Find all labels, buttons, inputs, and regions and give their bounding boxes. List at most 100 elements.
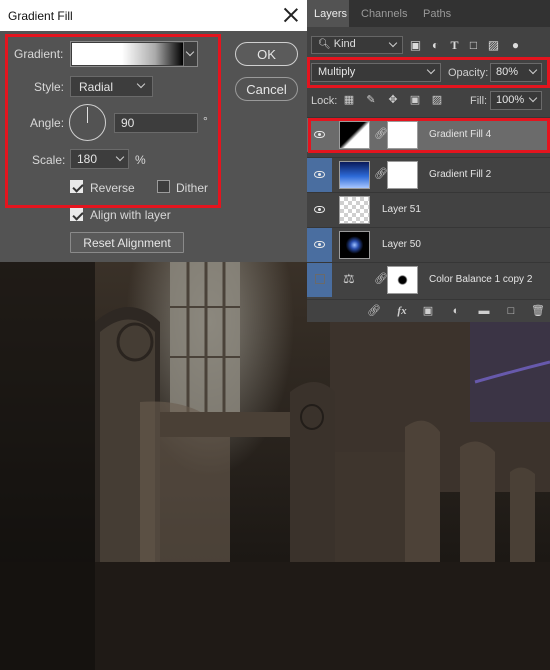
fill-label: Fill: [470,95,488,107]
tab-channels[interactable]: Channels [353,0,413,27]
visibility-toggle[interactable] [307,263,332,297]
panel-tabs: Layers Channels Paths [307,0,550,27]
layer-row[interactable]: 🔗︎ Gradient Fill 2 [307,157,550,192]
layer-thumbnail [339,121,370,149]
gradient-dropdown-button[interactable] [183,42,197,66]
chevron-down-icon [388,38,398,48]
layer-thumbnail [339,161,370,189]
cancel-button[interactable]: Cancel [235,77,298,101]
add-mask-icon[interactable]: ▣ [421,304,435,318]
lock-pixels-icon[interactable]: ✎ [365,94,377,106]
scale-unit: % [135,153,146,167]
style-label: Style: [34,80,65,94]
layer-thumbnail [339,231,370,259]
fill-input[interactable]: 100% [490,91,542,110]
scale-label: Scale: [32,153,66,167]
lock-label: Lock: [311,95,338,107]
dialog-title: Gradient Fill [8,9,73,23]
reverse-label: Reverse [90,181,135,195]
search-icon: 🔍︎ [318,39,331,50]
chevron-down-icon [136,79,146,89]
opacity-value: 80% [496,66,519,78]
lock-artboard-icon[interactable]: ▣ [409,94,421,106]
new-layer-icon[interactable]: □ [504,304,518,318]
angle-input[interactable]: 90 [114,113,198,133]
reset-alignment-button[interactable]: Reset Alignment [70,232,184,253]
dialog-titlebar[interactable]: Gradient Fill [0,0,308,31]
hidden-visibility-icon [315,274,325,284]
shape-filter-icon[interactable]: □ [467,39,480,51]
lock-all-icon[interactable]: ▨ [431,94,443,106]
chevron-down-icon[interactable] [115,152,125,162]
color-balance-icon: ⚖ [343,271,355,286]
scale-value: 180 [77,152,98,166]
layer-mask-thumbnail[interactable] [387,161,418,189]
type-filter-icon[interactable]: T [448,39,461,51]
angle-unit: ° [203,114,208,128]
gradient-swatch[interactable] [72,43,183,65]
lock-transparent-icon[interactable]: ▦ [343,94,355,106]
layer-mask-thumbnail[interactable] [387,266,418,294]
layer-name: Gradient Fill 4 [429,129,492,140]
angle-dial[interactable] [69,104,106,141]
layers-panel: Layers Channels Paths 🔍︎ Kind ▣ ◐ T □ ▨ … [307,0,550,322]
style-value: Radial [79,80,114,94]
adjustment-filter-icon[interactable]: ◐ [429,39,442,51]
filter-toggle-icon[interactable]: ● [509,39,522,51]
layer-name: Layer 51 [382,204,421,215]
chevron-down-icon[interactable] [528,93,538,103]
tab-paths[interactable]: Paths [415,0,455,27]
layer-row[interactable]: Layer 51 [307,192,550,227]
align-with-layer-checkbox[interactable] [70,208,83,221]
eye-icon [314,171,325,178]
close-icon[interactable] [280,4,302,26]
layer-name: Gradient Fill 2 [429,169,492,180]
link-icon[interactable]: 🔗︎ [374,127,388,140]
layer-filter-select[interactable]: 🔍︎ Kind [311,36,403,54]
layer-name: Layer 50 [382,239,421,250]
layer-row[interactable]: Layer 50 [307,227,550,262]
image-filter-icon[interactable]: ▣ [409,39,422,51]
link-layers-icon[interactable]: 🔗︎ [367,304,381,318]
fx-icon[interactable]: fx [395,304,409,318]
opacity-label: Opacity: [448,67,489,79]
smart-object-filter-icon[interactable]: ▨ [487,39,500,51]
align-with-layer-label: Align with layer [90,208,171,222]
angle-label: Angle: [30,116,65,130]
new-adjustment-icon[interactable]: ◐ [449,304,463,318]
ok-button[interactable]: OK [235,42,298,66]
visibility-toggle[interactable] [307,228,332,262]
lock-position-icon[interactable]: ✥ [387,94,399,106]
blend-mode-select[interactable]: Multiply [311,63,441,82]
opacity-input[interactable]: 80% [490,63,542,82]
visibility-toggle[interactable] [307,118,332,152]
blend-mode-value: Multiply [318,66,356,78]
reverse-checkbox[interactable] [70,180,83,193]
gradient-picker[interactable] [70,41,198,67]
eye-icon [314,206,325,213]
delete-layer-icon[interactable]: 🗑︎ [531,304,545,318]
canvas-photo [0,262,550,670]
style-select[interactable]: Radial [70,76,153,97]
filter-kind-value: Kind [333,38,356,50]
visibility-toggle[interactable] [307,193,332,227]
eye-icon [314,241,325,248]
link-icon[interactable]: 🔗︎ [374,272,388,285]
chevron-down-icon[interactable] [528,65,538,75]
chevron-down-icon [185,47,195,57]
chevron-down-icon [426,65,436,75]
layer-row[interactable]: 🔗︎ Gradient Fill 4 [307,117,550,152]
angle-value: 90 [121,116,135,130]
layer-name: Color Balance 1 copy 2 [429,274,533,285]
link-icon[interactable]: 🔗︎ [374,167,388,180]
tab-layers[interactable]: Layers [307,0,349,27]
fill-value: 100% [496,94,525,106]
gradient-fill-dialog: Gradient Fill Gradient: Style: Radial An… [0,0,308,262]
layer-mask-thumbnail[interactable] [387,121,418,149]
dither-checkbox[interactable] [157,180,170,193]
new-group-icon[interactable]: ▬ [477,304,491,318]
layer-row[interactable]: ⚖ 🔗︎ Color Balance 1 copy 2 [307,262,550,297]
gradient-label: Gradient: [14,47,64,61]
visibility-toggle[interactable] [307,158,332,192]
scale-input[interactable]: 180 [70,149,129,169]
